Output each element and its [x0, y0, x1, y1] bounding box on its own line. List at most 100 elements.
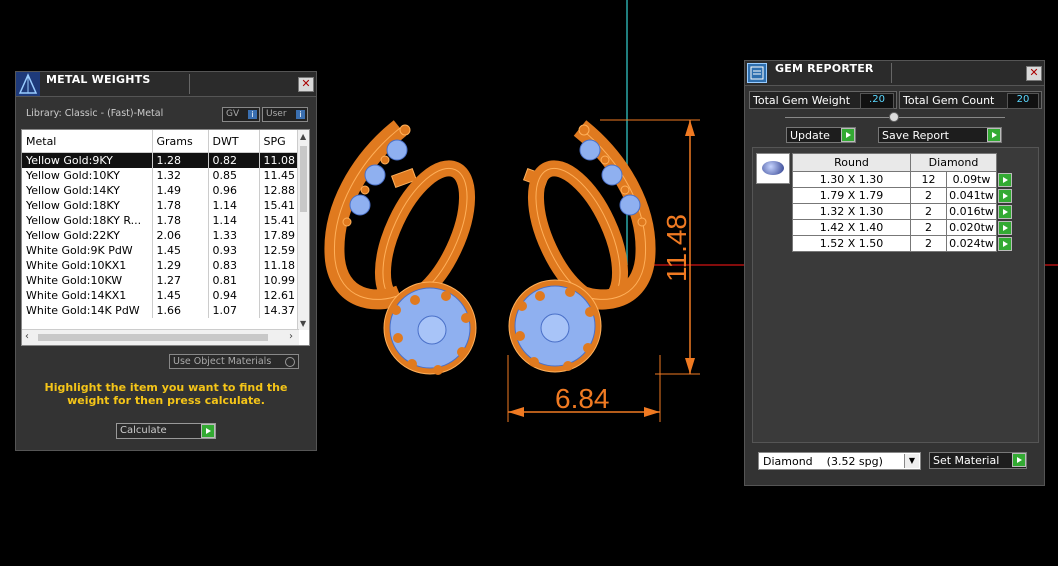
- metal-cell: Yellow Gold:18KY R...: [22, 213, 153, 228]
- material-select-value: Diamond (3.52 spg): [763, 455, 883, 468]
- grams-cell: 1.45: [152, 288, 209, 303]
- close-icon[interactable]: [298, 77, 314, 92]
- gem-reporter-panel: GEM REPORTER Total Gem Weight .20 Total …: [744, 60, 1045, 486]
- table-row[interactable]: Yellow Gold:14KY 1.49 0.96 12.88: [22, 183, 301, 198]
- count-cell: 2: [910, 203, 947, 220]
- metal-table-vscroll[interactable]: ▲ ▼: [297, 130, 309, 330]
- material-select[interactable]: Diamond (3.52 spg) ▼: [758, 452, 921, 470]
- user-info-icon: i: [296, 110, 305, 119]
- weight-cell: 0.041tw: [945, 187, 998, 204]
- close-icon[interactable]: [1026, 66, 1042, 81]
- row-select-button[interactable]: [996, 235, 1015, 252]
- set-material-arrow-icon: [1012, 453, 1026, 467]
- scroll-down-icon[interactable]: ▼: [300, 319, 306, 328]
- row-arrow-icon: [998, 236, 1013, 251]
- grams-cell: 1.49: [152, 183, 209, 198]
- spg-cell: 15.41: [259, 213, 301, 228]
- update-arrow-icon: [841, 128, 855, 142]
- metal-cell: Yellow Gold:9KY: [22, 152, 153, 168]
- table-row[interactable]: Yellow Gold:10KY 1.32 0.85 11.45: [22, 168, 301, 183]
- weight-cell: 0.09tw: [945, 171, 998, 188]
- table-row[interactable]: White Gold:14K PdW 1.66 1.07 14.37: [22, 303, 301, 318]
- save-report-label: Save Report: [882, 129, 949, 142]
- right-earring: [508, 120, 656, 373]
- row-arrow-icon: [998, 204, 1013, 219]
- scroll-left-icon[interactable]: ‹: [25, 331, 29, 342]
- gem-reporter-titlebar[interactable]: GEM REPORTER: [745, 61, 1044, 86]
- set-material-button[interactable]: Set Material: [929, 452, 1027, 469]
- total-weight-label: Total Gem Weight: [753, 94, 851, 107]
- total-weight-value: .20: [860, 93, 894, 109]
- col-grams[interactable]: Grams: [152, 130, 209, 153]
- metal-weights-titlebar[interactable]: METAL WEIGHTS: [16, 72, 316, 97]
- calculate-label: Calculate: [120, 425, 167, 436]
- grams-cell: 1.78: [152, 213, 209, 228]
- save-report-arrow-icon: [987, 128, 1001, 142]
- update-button[interactable]: Update: [786, 127, 856, 143]
- metal-weights-title: METAL WEIGHTS: [46, 73, 151, 86]
- chevron-down-icon[interactable]: ▼: [904, 454, 919, 468]
- table-row[interactable]: 1.52 X 1.50 2 0.024tw: [792, 235, 1015, 252]
- calculate-arrow-icon: [201, 424, 215, 438]
- count-cell: 2: [910, 219, 947, 236]
- row-select-button[interactable]: [996, 171, 1015, 188]
- use-object-materials-label: Use Object Materials: [173, 356, 272, 367]
- size-cell: 1.32 X 1.30: [792, 203, 911, 220]
- table-row[interactable]: Yellow Gold:18KY R... 1.78 1.14 15.41: [22, 213, 301, 228]
- spg-cell: 11.18: [259, 258, 301, 273]
- spg-cell: 15.41: [259, 198, 301, 213]
- save-report-button[interactable]: Save Report: [878, 127, 1002, 143]
- round-gem-icon: [762, 161, 784, 175]
- gv-label: GV: [226, 109, 240, 119]
- splitter-slider[interactable]: [785, 112, 1005, 122]
- row-select-button[interactable]: [996, 203, 1015, 220]
- total-count-label: Total Gem Count: [903, 94, 995, 107]
- total-count-group: Total Gem Count 20: [899, 91, 1042, 109]
- metal-table-hscroll[interactable]: ‹ ›: [22, 329, 299, 345]
- col-metal[interactable]: Metal: [22, 130, 153, 153]
- table-row[interactable]: White Gold:14KX1 1.45 0.94 12.61: [22, 288, 301, 303]
- count-cell: 2: [910, 235, 947, 252]
- col-dwt[interactable]: DWT: [208, 130, 260, 153]
- table-row[interactable]: 1.79 X 1.79 2 0.041tw: [792, 187, 1015, 204]
- table-row[interactable]: White Gold:10KX1 1.29 0.83 11.18: [22, 258, 301, 273]
- row-arrow-icon: [998, 172, 1013, 187]
- gem-reporter-logo-icon: [747, 63, 767, 83]
- spg-cell: 14.37: [259, 303, 301, 318]
- metal-table-header: Metal Grams DWT SPG: [22, 130, 301, 153]
- gem-list-area[interactable]: Round Diamond 1.30 X 1.30 12 0.09tw 1.79 X …: [752, 147, 1039, 443]
- update-label: Update: [790, 129, 830, 142]
- table-row[interactable]: 1.30 X 1.30 12 0.09tw: [792, 171, 1015, 188]
- row-select-button[interactable]: [996, 187, 1015, 204]
- table-row[interactable]: Yellow Gold:9KY 1.28 0.82 11.08: [22, 152, 301, 168]
- row-select-button[interactable]: [996, 219, 1015, 236]
- table-row[interactable]: Yellow Gold:18KY 1.78 1.14 15.41: [22, 198, 301, 213]
- spg-cell: 12.88: [259, 183, 301, 198]
- user-toggle[interactable]: User i: [262, 107, 308, 122]
- hscroll-thumb[interactable]: [38, 334, 268, 341]
- gem-reporter-title: GEM REPORTER: [775, 62, 874, 75]
- metal-table-container[interactable]: Metal Grams DWT SPG Yellow Gold:9KY 1.28 0…: [21, 129, 310, 346]
- table-row[interactable]: 1.42 X 1.40 2 0.020tw: [792, 219, 1015, 236]
- table-row[interactable]: White Gold:10KW 1.27 0.81 10.99: [22, 273, 301, 288]
- scroll-right-icon[interactable]: ›: [289, 331, 293, 342]
- scroll-up-icon[interactable]: ▲: [300, 132, 306, 141]
- table-row[interactable]: 1.32 X 1.30 2 0.016tw: [792, 203, 1015, 220]
- calculate-button[interactable]: Calculate: [116, 423, 216, 439]
- dwt-cell: 0.93: [208, 243, 260, 258]
- col-spg[interactable]: SPG: [259, 130, 301, 153]
- width-dimension-label: 6.84: [555, 383, 610, 414]
- grams-cell: 1.27: [152, 273, 209, 288]
- use-object-materials-toggle[interactable]: Use Object Materials: [169, 354, 299, 369]
- spg-cell: 11.45: [259, 168, 301, 183]
- grams-cell: 1.66: [152, 303, 209, 318]
- user-label: User: [266, 109, 287, 119]
- table-row[interactable]: White Gold:9K PdW 1.45 0.93 12.59: [22, 243, 301, 258]
- table-row[interactable]: Yellow Gold:22KY 2.06 1.33 17.89: [22, 228, 301, 243]
- gem-shape-thumbnail[interactable]: [756, 153, 790, 184]
- slider-knob-icon[interactable]: [889, 112, 899, 122]
- size-cell: 1.52 X 1.50: [792, 235, 911, 252]
- metal-cell: White Gold:10KX1: [22, 258, 153, 273]
- scroll-thumb[interactable]: [300, 146, 307, 212]
- gv-toggle[interactable]: GV i: [222, 107, 260, 122]
